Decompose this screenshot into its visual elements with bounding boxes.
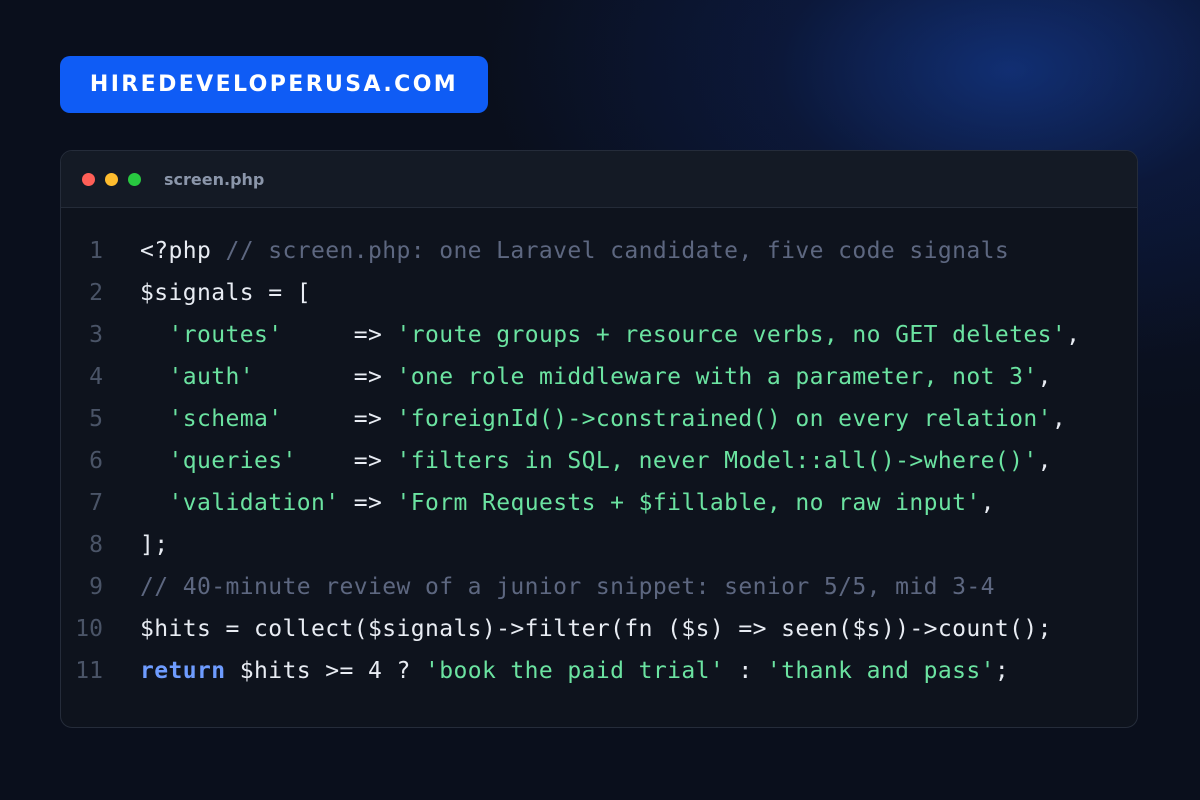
code-token-string: 'auth' <box>168 364 254 390</box>
code-token-plain: , <box>980 490 995 516</box>
code-token-string: 'foreignId()->constrained() on every rel… <box>396 406 1052 432</box>
code-token-string: 'schema' <box>168 406 283 432</box>
line-number: 1 <box>89 238 103 264</box>
code-token-string: 'filters in SQL, never Model::all()->whe… <box>396 448 1038 474</box>
line-content: 'routes' => 'route groups + resource ver… <box>140 314 1080 356</box>
code-line[interactable]: 6 'queries' => 'filters in SQL, never Mo… <box>61 440 1137 482</box>
line-content: <?php // screen.php: one Laravel candida… <box>140 230 1009 272</box>
code-editor-window: screen.php 1 <?php // screen.php: one Lar… <box>60 150 1138 728</box>
code-token-plain: , <box>1066 322 1081 348</box>
code-token-string: 'queries' <box>168 448 297 474</box>
code-line[interactable]: 4 'auth' => 'one role middleware with a … <box>61 356 1137 398</box>
code-token-plain: => <box>296 448 397 474</box>
line-number: 9 <box>89 574 103 600</box>
line-number: 7 <box>89 490 103 516</box>
code-token-string: 'book the paid trial' <box>424 658 725 684</box>
code-token-plain: : <box>724 658 767 684</box>
code-token-string: 'Form Requests + $fillable, no raw input… <box>396 490 981 516</box>
code-token-plain: ; <box>994 658 1010 684</box>
line-number: 6 <box>89 448 103 474</box>
code-token-plain: ]; <box>140 532 169 558</box>
code-line[interactable]: 5 'schema' => 'foreignId()->constrained(… <box>61 398 1137 440</box>
line-number: 10 <box>75 616 103 642</box>
code-area[interactable]: 1 <?php // screen.php: one Laravel candid… <box>61 230 1137 692</box>
maximize-window-icon[interactable] <box>128 172 141 186</box>
line-content: $signals = [ <box>140 272 311 314</box>
line-content: $hits = collect($signals)->filter(fn ($s… <box>140 608 1052 650</box>
file-name-tab[interactable]: screen.php <box>164 170 264 189</box>
code-line[interactable]: 10 $hits = collect($signals)->filter(fn (… <box>61 608 1137 650</box>
minimize-window-icon[interactable] <box>105 172 118 186</box>
code-line[interactable]: 8]; <box>61 524 1137 566</box>
code-line[interactable]: 1 <?php // screen.php: one Laravel candid… <box>61 230 1137 272</box>
line-number: 11 <box>75 658 103 684</box>
line-number: 3 <box>89 322 103 348</box>
brand-badge[interactable]: HIREDEVELOPERUSA.COM <box>60 56 488 113</box>
line-number: 4 <box>89 364 103 390</box>
code-token-plain: => <box>282 406 397 432</box>
code-line[interactable]: 2 $signals = [ <box>61 272 1137 314</box>
code-line[interactable]: 11 return $hits >= 4 ? 'book the paid tri… <box>61 650 1137 692</box>
code-line[interactable]: 7 'validation' => 'Form Requests + $fill… <box>61 482 1137 524</box>
code-token-plain: $hits = collect($signals)->filter(fn ($s… <box>140 616 1052 642</box>
line-number: 5 <box>89 406 103 432</box>
code-line[interactable]: 3 'routes' => 'route groups + resource v… <box>61 314 1137 356</box>
code-token-plain: <?php <box>140 238 226 264</box>
code-token-comment: // screen.php: one Laravel candidate, fi… <box>225 238 1010 264</box>
code-token-string: 'validation' <box>168 490 340 516</box>
line-content: 'auth' => 'one role middleware with a pa… <box>140 356 1052 398</box>
code-token-string: 'routes' <box>168 322 283 348</box>
code-token-plain: , <box>1037 364 1052 390</box>
close-window-icon[interactable] <box>82 172 95 186</box>
code-token-plain: , <box>1037 448 1052 474</box>
line-content: 'schema' => 'foreignId()->constrained() … <box>140 398 1066 440</box>
line-number: 8 <box>89 532 103 558</box>
code-token-plain: => <box>253 364 397 390</box>
code-token-string: 'one role middleware with a parameter, n… <box>396 364 1038 390</box>
line-content: return $hits >= 4 ? 'book the paid trial… <box>140 650 1009 692</box>
code-token-plain: , <box>1051 406 1067 432</box>
editor-title-bar: screen.php <box>61 151 1137 208</box>
code-token-plain: => <box>282 322 397 348</box>
code-token-keyword: return <box>140 658 226 684</box>
code-token-string: 'thank and pass' <box>766 658 995 684</box>
line-number: 2 <box>89 280 103 306</box>
code-token-comment: // 40-minute review of a junior snippet:… <box>140 574 995 600</box>
code-token-plain: $signals = [ <box>140 280 311 306</box>
code-token-string: 'route groups + resource verbs, no GET d… <box>396 322 1067 348</box>
line-content: 'queries' => 'filters in SQL, never Mode… <box>140 440 1052 482</box>
line-content: ]; <box>140 524 169 566</box>
brand-label: HIREDEVELOPERUSA.COM <box>89 72 459 97</box>
line-content: 'validation' => 'Form Requests + $fillab… <box>140 482 995 524</box>
code-token-plain: => <box>339 490 397 516</box>
code-line[interactable]: 9 // 40-minute review of a junior snippet… <box>61 566 1137 608</box>
code-token-plain: $hits >= 4 ? <box>225 658 425 684</box>
line-content: // 40-minute review of a junior snippet:… <box>140 566 995 608</box>
